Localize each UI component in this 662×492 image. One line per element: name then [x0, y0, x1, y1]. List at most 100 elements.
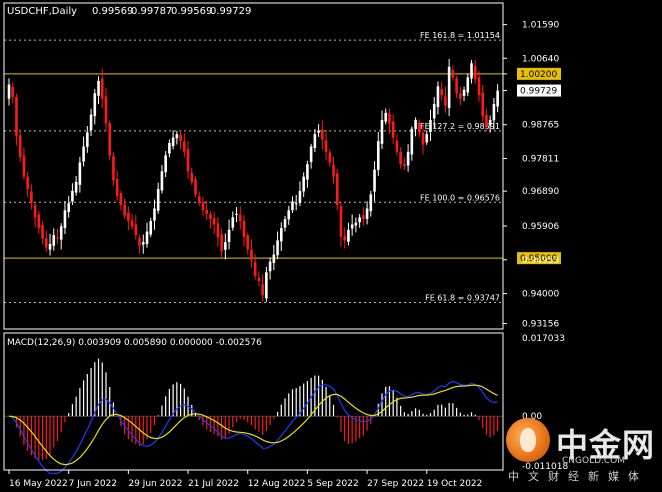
candle-body	[153, 208, 156, 221]
time-tick-label: 7 Jun 2022	[69, 479, 117, 489]
watermark-logo: 中金网 CNGOLD.COM 中文财经新媒体	[502, 418, 660, 488]
candle-body	[212, 218, 216, 225]
candle-body	[425, 134, 429, 143]
macd-label: MACD(12,26,9) 0.003909 0.005890 0.000000…	[7, 338, 262, 348]
candle-body	[41, 225, 44, 239]
candle-body	[496, 90, 499, 107]
fib-label: FE 100.0 = 0.96576	[420, 193, 500, 202]
candle-body	[388, 113, 391, 124]
candle-body	[321, 129, 324, 140]
macd-signal-line	[8, 384, 498, 466]
time-tick-label: 21 Jul 2022	[188, 479, 239, 489]
candle-body	[298, 190, 302, 203]
candle-body	[89, 114, 93, 131]
candle-body	[343, 236, 346, 241]
price-level-tag-label: 1.00200	[520, 70, 557, 80]
candle-body	[246, 235, 250, 250]
candle-body	[455, 78, 458, 94]
candle-body	[294, 203, 298, 205]
candle-body	[317, 130, 320, 133]
candle-body	[488, 119, 492, 126]
candle-body	[265, 272, 268, 299]
candle-body	[18, 135, 22, 158]
candle-body	[30, 191, 33, 204]
candle-body	[350, 224, 354, 229]
price-tick-label: 0.96890	[522, 187, 559, 197]
candle-body	[429, 119, 432, 132]
candle-body	[115, 178, 119, 197]
time-tick-label: 27 Sep 2022	[367, 479, 424, 489]
fib-label: FE 161.8 = 1.01154	[420, 31, 500, 40]
ohlc-low: 0.99569	[171, 6, 212, 17]
chart-title: USDCHF,Daily	[7, 6, 77, 17]
candle-body	[466, 77, 470, 93]
candle-body	[447, 66, 451, 109]
fib-label: FE 127.2 = 0.98591	[420, 122, 500, 131]
candle-body	[302, 176, 305, 192]
candle-body	[283, 219, 287, 228]
candle-body	[365, 208, 369, 219]
candle-body	[410, 128, 414, 155]
candle-body	[313, 134, 317, 148]
price-tick-label: 0.95906	[522, 222, 559, 232]
candle-body	[257, 277, 261, 282]
candle-body	[205, 210, 208, 214]
candle-body	[268, 261, 272, 272]
price-tick-label: 0.93156	[522, 319, 559, 329]
candle-body	[78, 162, 82, 185]
candle-body	[216, 223, 220, 237]
candle-body	[220, 234, 223, 252]
candle-body	[74, 181, 78, 193]
candle-body	[306, 164, 309, 180]
candle-body	[82, 146, 85, 162]
candle-body	[186, 149, 190, 172]
candle-body	[224, 242, 227, 250]
candle-body	[444, 96, 447, 106]
candle-body	[272, 254, 276, 263]
candle-body	[59, 226, 63, 240]
candle-body	[190, 172, 194, 182]
coin-logo-icon	[506, 418, 550, 462]
candle-body	[384, 112, 388, 122]
candle-body	[391, 121, 395, 138]
candle-body	[421, 132, 425, 145]
price-tick-label: 0.98765	[522, 121, 559, 131]
candle-body	[238, 214, 242, 221]
ohlc-open: 0.99569	[92, 6, 133, 17]
candle-body	[63, 210, 67, 228]
candle-body	[194, 179, 197, 195]
candle-body	[11, 86, 15, 97]
candle-body	[436, 86, 440, 108]
candle-body	[406, 151, 410, 166]
candle-body	[104, 96, 108, 124]
candle-body	[362, 215, 365, 220]
candle-body	[418, 122, 421, 133]
candle-body	[134, 224, 138, 236]
candle-body	[130, 220, 134, 227]
candle-body	[108, 123, 112, 156]
time-tick-label: 5 Sep 2022	[307, 479, 358, 489]
candle-body	[71, 190, 74, 202]
candle-body	[33, 205, 37, 218]
time-tick-label: 19 Oct 2022	[427, 479, 483, 489]
candle-body	[309, 146, 313, 162]
macd-panel-border	[3, 332, 504, 471]
candle-body	[276, 240, 279, 256]
candle-body	[339, 206, 343, 237]
candle-body	[399, 151, 402, 165]
fib-label: FE 61.8 = 0.93747	[425, 294, 500, 303]
candle-body	[56, 237, 59, 239]
candle-body	[451, 69, 455, 78]
candle-body	[291, 201, 294, 211]
candle-body	[67, 203, 70, 212]
candle-body	[250, 249, 253, 260]
candle-body	[332, 164, 335, 177]
ohlc-high: 0.99787	[131, 6, 172, 17]
price-tick-label: 0.94000	[522, 290, 559, 300]
candle-body	[37, 214, 41, 229]
candle-body	[45, 238, 48, 248]
candle-body	[227, 229, 231, 242]
candle-body	[459, 93, 462, 99]
candle-body	[347, 229, 350, 242]
candle-body	[141, 242, 145, 245]
